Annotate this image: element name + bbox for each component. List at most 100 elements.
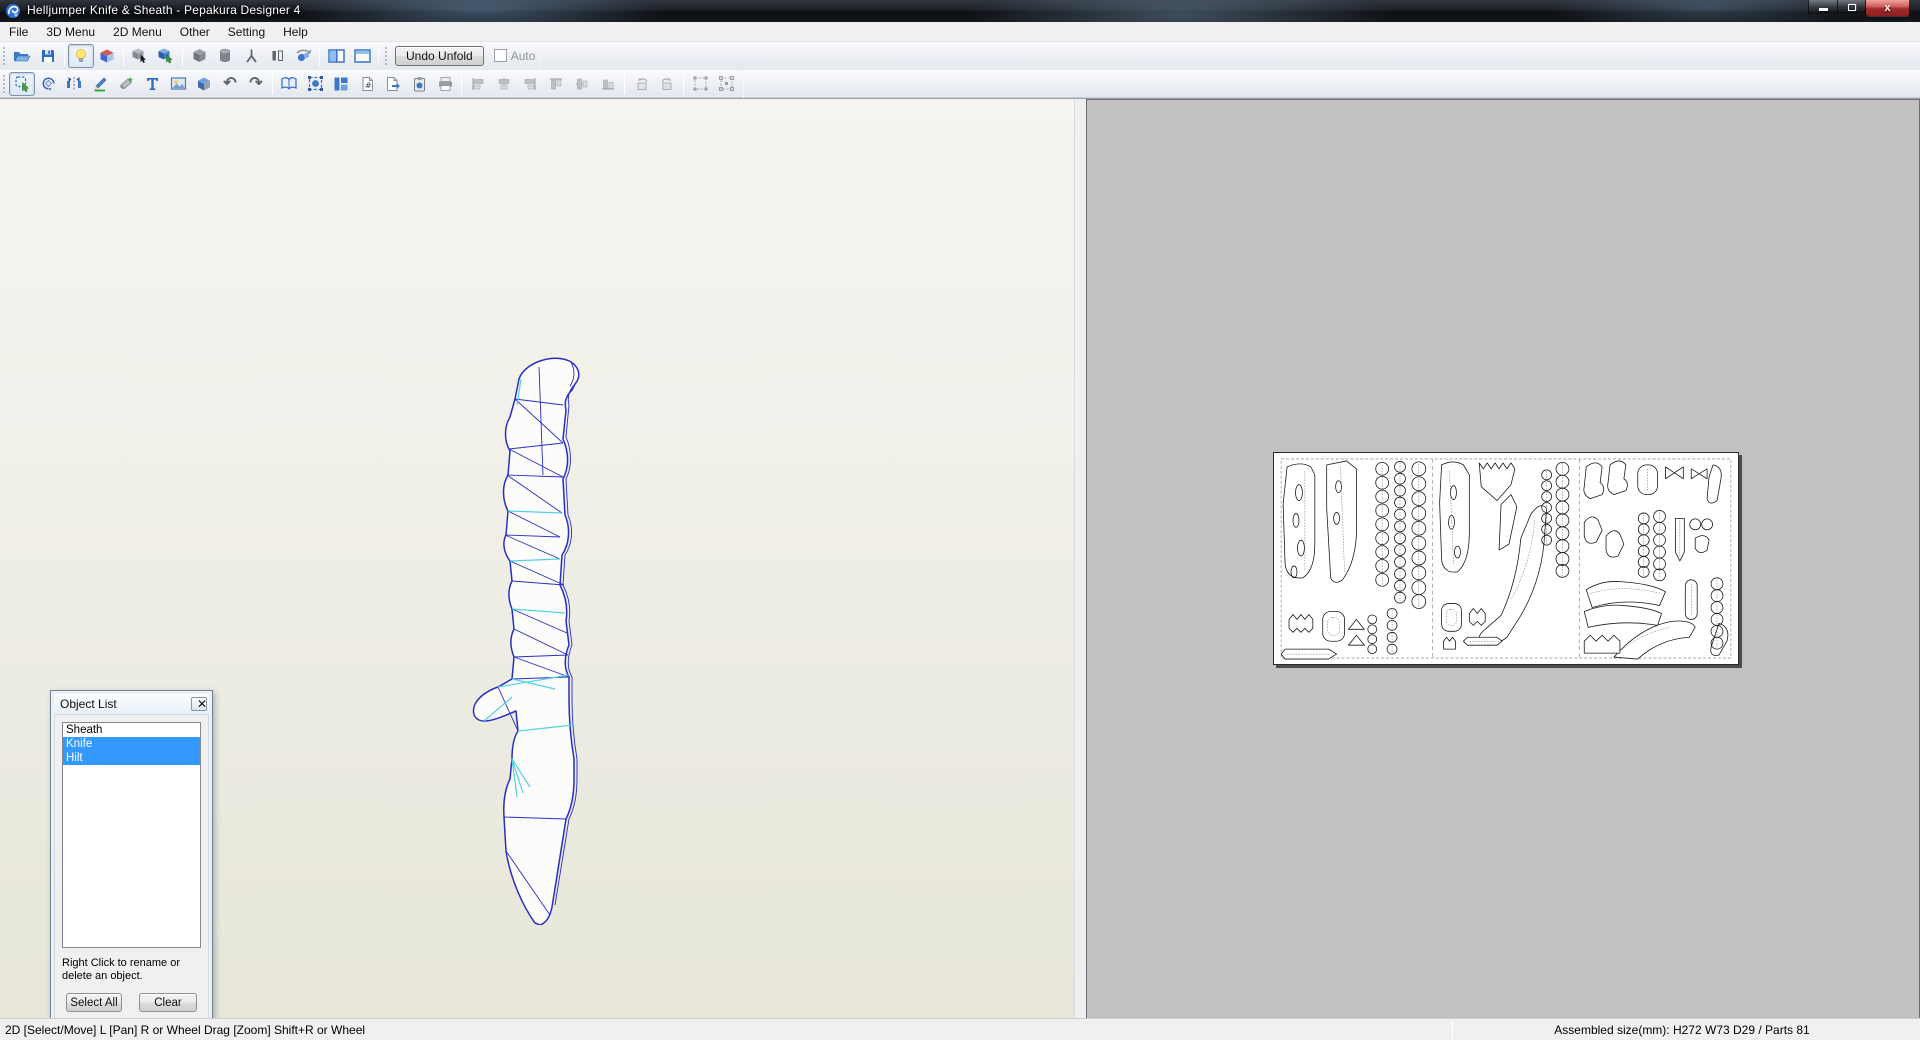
list-item-knife[interactable]: Knife — [63, 737, 200, 751]
select-move-icon — [14, 76, 29, 92]
box-tool-button[interactable] — [191, 72, 217, 96]
export-page-icon — [387, 76, 400, 91]
cylinder-icon — [219, 48, 231, 62]
title-bar[interactable]: Helljumper Knife & Sheath - Pepakura Des… — [0, 0, 1920, 22]
draw-line-button[interactable] — [87, 72, 113, 96]
clear-button[interactable]: Clear — [139, 993, 197, 1012]
list-item-sheath[interactable]: Sheath — [63, 723, 200, 737]
redo-button[interactable]: ↷ — [243, 72, 269, 96]
align-left-icon — [472, 77, 484, 90]
one-pane-layout-button[interactable] — [349, 44, 375, 68]
group-button[interactable] — [687, 72, 713, 96]
clipboard-icon — [413, 76, 425, 91]
two-pane-icon — [327, 48, 345, 63]
save-button[interactable] — [35, 44, 61, 68]
object-list-dialog[interactable]: Object List ✕ Sheath Knife Hilt Right Cl… — [50, 690, 213, 1040]
undo-unfold-button[interactable]: Undo Unfold — [395, 45, 484, 66]
cylinder-view-button[interactable] — [212, 44, 238, 68]
mirror-pages-button[interactable] — [276, 72, 302, 96]
auto-checkbox[interactable] — [493, 49, 507, 62]
texture-cube-icon — [100, 49, 114, 62]
ungroup-button[interactable] — [713, 72, 739, 96]
axis-view-button[interactable] — [238, 44, 264, 68]
restore-button[interactable] — [1838, 0, 1866, 15]
dialog-close-icon: ✕ — [196, 697, 208, 711]
ungroup-icon — [718, 76, 734, 91]
rotate-part-icon — [41, 77, 55, 91]
texture-view-button[interactable] — [94, 44, 120, 68]
align-top-button[interactable] — [543, 72, 569, 96]
spread-parts-button[interactable] — [61, 72, 87, 96]
viewport-2d[interactable] — [1086, 99, 1920, 1019]
menu-2d-menu[interactable]: 2D Menu — [104, 22, 171, 41]
align-left-button[interactable] — [465, 72, 491, 96]
select-all-button[interactable]: Select All — [66, 993, 122, 1012]
export-page-button[interactable] — [380, 72, 406, 96]
rotate-right-button[interactable] — [654, 72, 680, 96]
open-file-button[interactable] — [9, 44, 35, 68]
align-center-button[interactable] — [491, 72, 517, 96]
menu-3d-menu[interactable]: 3D Menu — [37, 22, 104, 41]
minimize-button[interactable] — [1808, 0, 1838, 15]
rotate-part-button[interactable] — [35, 72, 61, 96]
pepakura-designer-window: Helljumper Knife & Sheath - Pepakura Des… — [0, 0, 1920, 1040]
toolbar-grip[interactable] — [2, 74, 7, 93]
menu-setting[interactable]: Setting — [219, 22, 274, 41]
toolbar-2d: ↶ ↷ # — [0, 69, 1920, 98]
dialog-close-button[interactable]: ✕ — [191, 697, 207, 711]
text-icon — [146, 78, 158, 90]
box-3d-icon — [198, 77, 210, 90]
menu-help[interactable]: Help — [274, 22, 317, 41]
toolbar-endcap — [743, 69, 744, 98]
object-listbox[interactable]: Sheath Knife Hilt — [62, 722, 201, 948]
erase-line-button[interactable] — [113, 72, 139, 96]
orbit-model-gray-button[interactable] — [127, 44, 153, 68]
align-right-button[interactable] — [517, 72, 543, 96]
rotate-view-button[interactable] — [290, 44, 316, 68]
object-list-title: Object List — [60, 697, 117, 711]
gray-cube-cursor-icon — [132, 48, 146, 63]
toolbar-grip[interactable] — [384, 46, 389, 65]
two-pane-layout-button[interactable] — [323, 44, 349, 68]
one-pane-icon — [353, 48, 371, 63]
align-bottom-button[interactable] — [595, 72, 621, 96]
select-move-button[interactable] — [9, 71, 35, 96]
toolbar-separator — [319, 45, 320, 66]
pattern-sheet — [1273, 452, 1739, 665]
align-right-icon — [524, 77, 536, 90]
menu-file[interactable]: File — [0, 22, 37, 41]
list-item-hilt[interactable]: Hilt — [63, 751, 200, 765]
frame-select-button[interactable] — [302, 72, 328, 96]
pane-splitter[interactable] — [1074, 99, 1086, 1019]
close-button[interactable]: x — [1866, 0, 1910, 17]
toolbar-main: Undo Unfold Auto — [0, 41, 1920, 70]
toolbar-separator — [683, 73, 684, 94]
toolbar-grip[interactable] — [2, 46, 7, 65]
orbit-model-select-button[interactable] — [153, 44, 179, 68]
solid-view-button[interactable] — [186, 44, 212, 68]
menu-bar: File 3D Menu 2D Menu Other Setting Help — [0, 22, 1920, 42]
print-button[interactable] — [432, 72, 458, 96]
texture-light-button[interactable] — [68, 43, 94, 68]
restore-icon — [1847, 3, 1856, 11]
auto-checkbox-group[interactable]: Auto — [493, 48, 536, 63]
object-list-hint: Right Click to rename or delete an objec… — [62, 957, 180, 982]
toolbar-separator — [624, 73, 625, 94]
status-assembled-size: Assembled size(mm): H272 W73 D29 / Parts… — [1554, 1023, 1810, 1037]
page-number-button[interactable]: # — [354, 72, 380, 96]
status-hint-text: 2D [Select/Move] L [Pan] R or Wheel Drag… — [5, 1023, 366, 1037]
object-list-titlebar[interactable]: Object List ✕ — [54, 694, 209, 714]
arrange-parts-button[interactable] — [328, 72, 354, 96]
undo-button[interactable]: ↶ — [217, 72, 243, 96]
eraser-icon — [119, 77, 133, 90]
undo-icon: ↶ — [223, 74, 237, 92]
rotate-left-button[interactable] — [628, 72, 654, 96]
edge-view-button[interactable] — [264, 44, 290, 68]
menu-other[interactable]: Other — [171, 22, 219, 41]
align-middle-button[interactable] — [569, 72, 595, 96]
toolbar-separator — [64, 45, 65, 66]
image-tool-button[interactable] — [165, 72, 191, 96]
auto-checkbox-label: Auto — [510, 48, 536, 63]
clipboard-button[interactable] — [406, 72, 432, 96]
text-tool-button[interactable] — [139, 72, 165, 96]
